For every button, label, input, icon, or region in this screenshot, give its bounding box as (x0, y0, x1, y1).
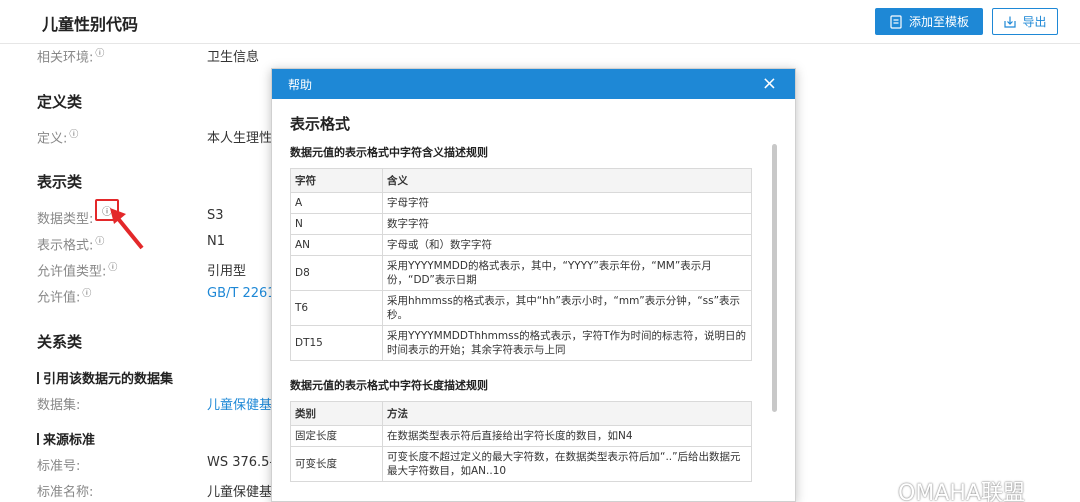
allowed-value-label: 允许值: ⓘ (37, 289, 92, 306)
table-cell: D8 (290, 255, 383, 291)
allowed-type-value: 引用型 (207, 264, 247, 279)
add-to-template-label: 添加至模板 (908, 15, 969, 29)
std-no-value: WS 376.5- (207, 455, 275, 470)
table1-caption: 数据元值的表示格式中字符含义描述规则 (290, 146, 488, 159)
table-cell: 采用hhmmss的格式表示，其中“hh”表示小时，“mm”表示分钟，“ss”表示… (382, 290, 752, 326)
table-row: D8 采用YYYYMMDD的格式表示，其中，“YYYY”表示年份，“MM”表示月份… (290, 255, 752, 291)
table-cell: T6 (290, 290, 383, 326)
table-row: AN 字母或（和）数字字符 (290, 234, 752, 256)
table-cell: 数字字符 (382, 213, 752, 235)
table-row: A 字母字符 (290, 192, 752, 214)
modal-body: 表示格式 数据元值的表示格式中字符含义描述规则 字符 含义 A 字母字符 N 数字字… (290, 113, 752, 482)
table-cell: 采用YYYYMMDDThhmmss的格式表示，字符T作为时间的标志符，说明日的时… (382, 325, 752, 361)
top-bar: 儿童性别代码 添加至模板 导出 (0, 0, 1080, 44)
info-icon[interactable]: ⓘ (69, 130, 78, 140)
red-arrow-icon (110, 208, 144, 250)
watermark-text: OMAHA联盟 (898, 481, 1025, 502)
dataset-label: 数据集: (37, 398, 81, 413)
table-cell: N (290, 213, 383, 235)
table-cell: 采用YYYYMMDD的格式表示，其中，“YYYY”表示年份，“MM”表示月份，“… (382, 255, 752, 291)
add-to-template-button[interactable]: 添加至模板 (875, 8, 983, 35)
format-label: 表示格式: ⓘ (37, 237, 105, 254)
ref-subheading: 引用该数据元的数据集 (37, 368, 173, 387)
data-type-label: 数据类型: (37, 212, 94, 227)
table-cell: 可变长度不超过定义的最大字符数，在数据类型表示符后加“..”后给出数据元最大字符… (382, 446, 752, 482)
source-subheading: 来源标准 (37, 429, 95, 448)
std-name-label: 标准名称: (37, 485, 94, 500)
allowed-value-link[interactable]: GB/T 2261 (207, 286, 276, 301)
table-row: 固定长度 在数据类型表示符后直接给出字符长度的数目，如N4 (290, 425, 752, 447)
download-icon (1004, 16, 1017, 28)
std-name-value: 儿童保健基 (207, 485, 273, 500)
table-header-row: 字符 含义 (290, 168, 752, 193)
env-label: 相关环境: ⓘ (37, 49, 105, 66)
env-value: 卫生信息 (207, 50, 260, 65)
modal-header: 帮助 × (272, 69, 795, 99)
modal-scrollbar[interactable] (772, 144, 777, 412)
table-header: 类别 (290, 401, 383, 426)
info-icon[interactable]: ⓘ (108, 263, 117, 273)
close-icon[interactable]: × (762, 75, 777, 93)
watermark: OMAHA联盟 (862, 475, 1025, 502)
representation-heading: 表示类 (37, 173, 83, 191)
table-cell: A (290, 192, 383, 214)
table-cell: 字母字符 (382, 192, 752, 214)
definition-label: 定义: ⓘ (37, 130, 79, 147)
table-row: N 数字字符 (290, 213, 752, 235)
data-type-value: S3 (207, 208, 224, 223)
modal-title: 帮助 (288, 77, 313, 92)
table-cell: DT15 (290, 325, 383, 361)
table-row: 可变长度 可变长度不超过定义的最大字符数，在数据类型表示符后加“..”后给出数据元… (290, 446, 752, 482)
export-label: 导出 (1022, 15, 1047, 29)
table-header-row: 类别 方法 (290, 401, 752, 426)
dataset-link[interactable]: 儿童保健基 (207, 394, 272, 413)
format-value: N1 (207, 234, 225, 249)
definition-value: 本人生理性 (207, 131, 273, 146)
help-modal: 帮助 × 表示格式 数据元值的表示格式中字符含义描述规则 字符 含义 A 字母字符… (271, 68, 796, 502)
relation-heading: 关系类 (37, 333, 83, 351)
table-cell: 字母或（和）数字字符 (382, 234, 752, 256)
char-meaning-table: 字符 含义 A 字母字符 N 数字字符 AN 字母或（和）数字字符 D8 采用YYYYM… (290, 168, 752, 361)
table-cell: 固定长度 (290, 425, 383, 447)
page-title: 儿童性别代码 (42, 15, 139, 34)
table-header: 方法 (382, 401, 752, 426)
modal-heading: 表示格式 (290, 115, 351, 133)
table-header: 含义 (382, 168, 752, 193)
table2-caption: 数据元值的表示格式中字符长度描述规则 (290, 379, 488, 392)
wechat-icon (863, 482, 891, 500)
document-icon (890, 14, 902, 29)
char-length-table: 类别 方法 固定长度 在数据类型表示符后直接给出字符长度的数目，如N4 可变长度可… (290, 401, 752, 482)
info-icon[interactable]: ⓘ (82, 289, 91, 299)
export-button[interactable]: 导出 (992, 8, 1058, 35)
definition-heading: 定义类 (37, 93, 83, 111)
table-row: DT15 采用YYYYMMDDThhmmss的格式表示，字符T作为时间的标志符，说… (290, 325, 752, 361)
info-icon[interactable]: ⓘ (95, 237, 104, 247)
table-cell: 在数据类型表示符后直接给出字符长度的数目，如N4 (382, 425, 752, 447)
info-icon[interactable]: ⓘ (95, 49, 104, 59)
std-no-label: 标准号: (37, 459, 81, 474)
table-cell: 可变长度 (290, 446, 383, 482)
allowed-type-label: 允许值类型: ⓘ (37, 263, 118, 280)
table-header: 字符 (290, 168, 383, 193)
table-cell: AN (290, 234, 383, 256)
table-row: T6 采用hhmmss的格式表示，其中“hh”表示小时，“mm”表示分钟，“ss”… (290, 290, 752, 326)
